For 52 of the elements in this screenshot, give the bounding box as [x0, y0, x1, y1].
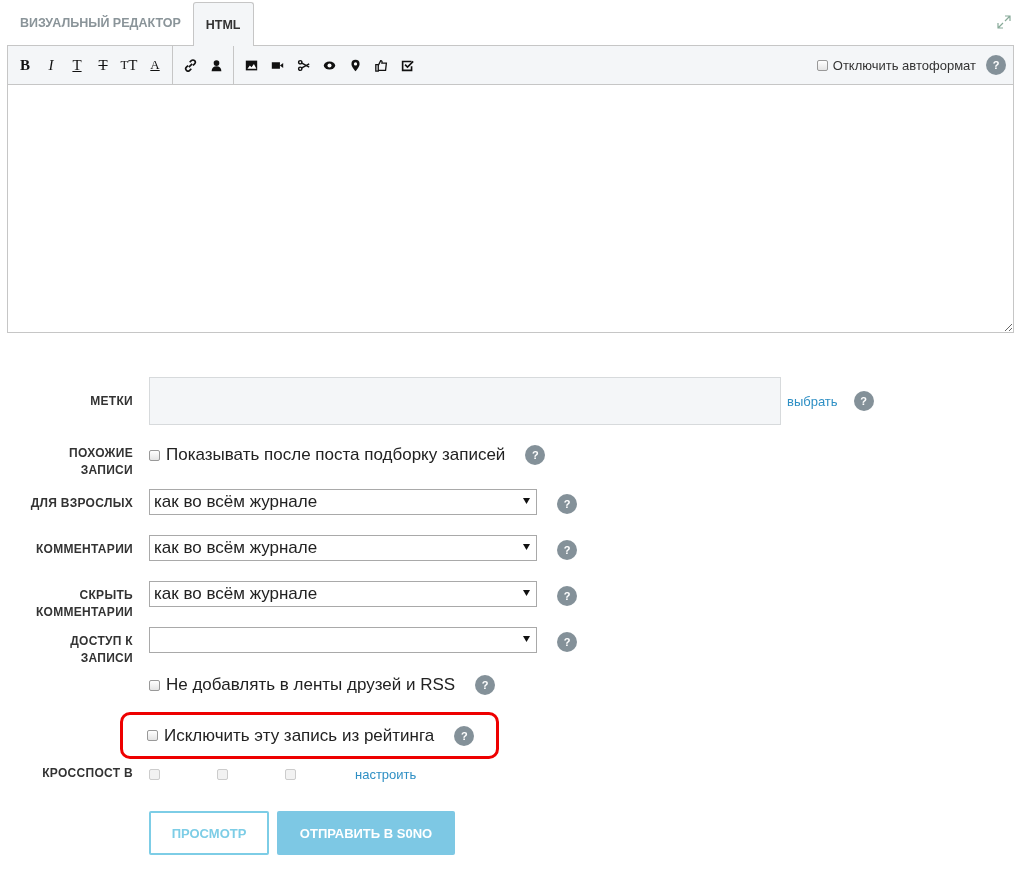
help-icon[interactable]: ?	[557, 585, 577, 606]
checkbox-label: Исключить эту запись из рейтинга	[164, 725, 435, 746]
help-icon[interactable]: ?	[557, 493, 577, 514]
dropdown[interactable]: как во всём журнале	[149, 489, 537, 515]
checkbox[interactable]	[816, 59, 828, 71]
field-label: КРОССПОСТ В	[42, 766, 133, 780]
field-label: ДЛЯ ВЗРОСЛЫХ	[30, 496, 133, 510]
expand-icon[interactable]	[996, 14, 1012, 30]
tags-input-field[interactable]	[149, 377, 781, 425]
eye-icon[interactable]	[322, 58, 336, 72]
help-icon[interactable]: ?	[853, 391, 874, 411]
help-icon[interactable]: ?	[557, 631, 577, 652]
format-button[interactable]: I	[38, 52, 64, 78]
field-label: ДОСТУП К ЗАПИСИ	[70, 634, 133, 665]
checkbox-label: Показывать после поста подборку записей	[166, 445, 506, 465]
caret-icon	[523, 636, 530, 642]
help-icon[interactable]: ?	[525, 445, 546, 465]
checkbox-label: Не добавлять в ленты друзей и RSS	[166, 675, 456, 695]
checkbox[interactable]	[149, 679, 160, 691]
link-icon[interactable]	[183, 58, 197, 72]
submit-button[interactable]: ОТПРАВИТЬ В S0NO	[277, 811, 455, 855]
editor-tab[interactable]: HTML	[192, 2, 254, 46]
help-icon[interactable]: ?	[557, 539, 577, 560]
dropdown[interactable]: как во всём журнале	[149, 581, 537, 607]
format-button[interactable]: B	[12, 52, 38, 78]
cut-icon[interactable]	[296, 58, 310, 72]
dropdown[interactable]	[149, 627, 537, 653]
image-icon[interactable]	[244, 58, 258, 72]
format-button[interactable]: T	[64, 52, 90, 78]
format-button[interactable]: T	[90, 52, 116, 78]
field-label: ПОХОЖИЕ ЗАПИСИ	[69, 446, 133, 477]
autoformat-label: Отключить автоформат	[832, 57, 976, 73]
checkbox[interactable]	[147, 730, 158, 741]
field-label: МЕТКИ	[90, 393, 133, 408]
like-icon[interactable]	[374, 58, 388, 72]
help-icon[interactable]: ?	[986, 55, 1006, 75]
pin-icon[interactable]	[348, 58, 362, 72]
user-icon[interactable]	[209, 58, 223, 72]
help-icon[interactable]: ?	[454, 725, 475, 746]
caret-icon	[523, 498, 530, 504]
html-editor-field[interactable]	[7, 85, 1014, 333]
dropdown[interactable]: как во всём журнале	[149, 535, 537, 561]
caret-icon	[523, 544, 530, 550]
format-button[interactable]: A	[142, 52, 168, 78]
field-label: КОММЕНТАРИИ	[35, 542, 133, 556]
field-label: СКРЫТЬ КОММЕНТАРИИ	[35, 588, 133, 619]
help-icon[interactable]: ?	[475, 675, 496, 695]
checkbox[interactable]	[149, 449, 160, 461]
choose-link[interactable]: выбрать	[787, 393, 838, 409]
caret-icon	[523, 590, 530, 596]
editor-tab[interactable]: ВИЗУАЛЬНЫЙ РЕДАКТОР	[8, 1, 193, 45]
configure-link[interactable]: настроить	[355, 767, 417, 782]
